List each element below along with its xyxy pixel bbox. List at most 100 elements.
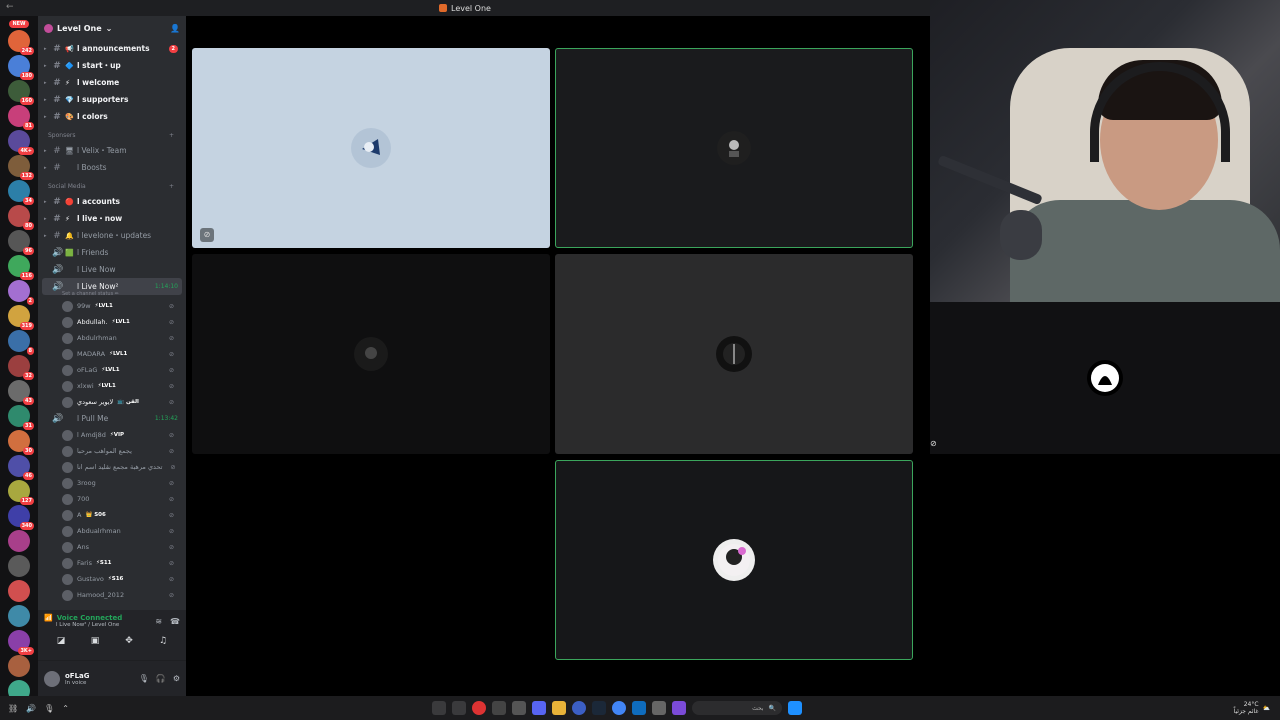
server-icon[interactable] [8,655,30,677]
server-icon[interactable]: 4K+ [8,130,34,155]
voice-user[interactable]: تحدي مرهبة مجمع نقليد اسم انا ⊘ [42,459,182,475]
activities-icon[interactable]: ✥ [116,636,142,646]
chrome-app-icon[interactable] [612,701,626,715]
network-icon[interactable]: ⛓ [8,704,18,713]
server-icon[interactable] [8,605,30,627]
voice-user[interactable]: لايوير سعودي 📺 القن ⊘ [42,394,182,410]
server-icon[interactable]: 34 [8,180,34,205]
participant-tile[interactable] [555,460,913,660]
text-channel[interactable]: ▸ # ⚡ l welcome [42,74,182,91]
app-icon[interactable] [472,701,486,715]
server-icon[interactable]: 132 [8,155,34,180]
app-icon[interactable] [672,701,686,715]
tray-expand-icon[interactable]: ⌃ [62,704,69,713]
server-icon[interactable]: 116 [8,255,34,280]
disconnect-icon[interactable]: ☎ [170,617,180,626]
headphones-icon[interactable]: 🎧 [156,674,166,683]
voice-user[interactable]: Abdualrhman ⊘ [42,523,182,539]
text-channel[interactable]: ▸ # l Boosts [42,159,182,176]
voice-user[interactable]: يجمع المواهب مرحبا ⊘ [42,443,182,459]
server-icon[interactable] [8,530,30,552]
file-explorer-icon[interactable] [552,701,566,715]
participant-tile[interactable] [555,254,913,454]
voice-user[interactable]: oFLaG ⚡LVL1 ⊘ [42,362,182,378]
back-arrow-icon[interactable]: ← [6,2,14,12]
voice-user[interactable]: xlxwi ⚡LVL1 ⊘ [42,378,182,394]
voice-user[interactable]: Hamood_2012 ⊘ [42,587,182,603]
voice-user[interactable]: Ans ⊘ [42,539,182,555]
voice-user[interactable]: l Amdj8d ⚡VIP ⊘ [42,427,182,443]
noise-suppression-icon[interactable]: ≋ [155,617,162,626]
text-channel[interactable]: ▸ # 🔴 l accounts [42,193,182,210]
text-channel[interactable]: ▸ # 💎 l supporters [42,91,182,108]
app-icon[interactable] [452,701,466,715]
server-icon[interactable]: 242 [8,30,34,55]
server-icon[interactable]: 127 [8,480,34,505]
server-icon[interactable]: 180 [8,55,34,80]
server-icon[interactable]: 80 [8,205,34,230]
server-icon[interactable]: 3K+ [8,630,34,655]
text-channel[interactable]: ▸ # 🔷 l start・up [42,57,182,74]
camera-icon[interactable]: ◪ [48,636,74,646]
server-header[interactable]: Level One ⌄ 👤 [38,16,186,40]
app-icon[interactable] [632,701,646,715]
microphone-icon[interactable]: 🎙 [139,674,149,683]
app-icon[interactable] [652,701,666,715]
voice-user[interactable]: 700 ⊘ [42,491,182,507]
participant-tile[interactable]: ⊘ [930,302,1280,454]
app-icon[interactable] [512,701,526,715]
text-channel[interactable]: ▸ # 🔔 l levelone・updates [42,227,182,244]
participant-tile[interactable] [192,254,550,454]
server-icon[interactable] [8,580,30,602]
text-channel[interactable]: ▸ # 📢 l announcements 2 [42,40,182,57]
taskbar-search[interactable]: بحث 🔍 [692,701,782,715]
voice-user[interactable]: Abdullah. ⚡LVL1 ⊘ [42,314,182,330]
server-icon[interactable] [8,555,30,577]
user-avatar[interactable] [44,670,60,687]
add-member-icon[interactable]: 👤 [170,24,180,33]
add-channel-icon[interactable]: + [169,183,174,190]
voice-connected-subtitle[interactable]: l Live Now² / Level One [56,622,122,628]
mic-tray-icon[interactable]: 🎙 [44,704,54,713]
app-icon[interactable] [572,701,586,715]
server-icon[interactable]: 96 [8,230,34,255]
voice-user[interactable]: 99w ⚡LVL1 ⊘ [42,298,182,314]
channel-category[interactable]: Sponsers + [42,125,182,142]
participant-tile[interactable] [555,48,913,248]
voice-user[interactable]: Abdulrhman ⊘ [42,330,182,346]
app-icon[interactable] [492,701,506,715]
weather-widget[interactable]: 24°C غائم جزئياً [1234,701,1259,715]
text-channel[interactable]: ▸ # ⚡ l live・now [42,210,182,227]
soundboard-icon[interactable]: ♫ [150,636,176,646]
voice-user[interactable]: A 👑 S06 ⊘ [42,507,182,523]
settings-gear-icon[interactable]: ⚙ [173,674,180,683]
server-icon[interactable]: 160 [8,80,34,105]
discord-app-icon[interactable] [532,701,546,715]
server-icon[interactable]: 2 [8,280,34,305]
voice-user[interactable]: MADARA ⚡LVL1 ⊘ [42,346,182,362]
server-icon[interactable]: 43 [8,380,34,405]
voice-channel[interactable]: 🔊 l Pull Me 1:13:42 [42,410,182,427]
server-icon[interactable]: 46 [8,455,34,480]
add-channel-icon[interactable]: + [169,132,174,139]
server-icon[interactable]: 32 [8,355,34,380]
voice-channel[interactable]: 🔊 l Live Now [42,261,182,278]
server-icon[interactable]: 340 [8,505,34,530]
start-menu-icon[interactable] [788,701,802,715]
channel-status[interactable]: Set a channel status ✏ [42,291,182,298]
server-icon[interactable]: 319 [8,305,34,330]
steam-app-icon[interactable] [592,701,606,715]
volume-icon[interactable]: 🔊 [26,704,36,713]
server-icon[interactable]: 30 [8,430,34,455]
channel-category[interactable]: Social Media + [42,176,182,193]
voice-user[interactable]: Gustavo ⚡S16 ⊘ [42,571,182,587]
server-icon[interactable]: 8 [8,330,34,355]
server-icon[interactable]: 81 [8,105,34,130]
voice-user[interactable]: Faris ⚡S11 ⊘ [42,555,182,571]
text-channel[interactable]: ▸ # 🖥 l Velix・Team [42,142,182,159]
server-icon[interactable]: 31 [8,405,34,430]
voice-user[interactable]: 3roog ⊘ [42,475,182,491]
text-channel[interactable]: ▸ # 🎨 l colors [42,108,182,125]
screen-share-icon[interactable]: ▣ [82,636,108,646]
settings-app-icon[interactable] [432,701,446,715]
